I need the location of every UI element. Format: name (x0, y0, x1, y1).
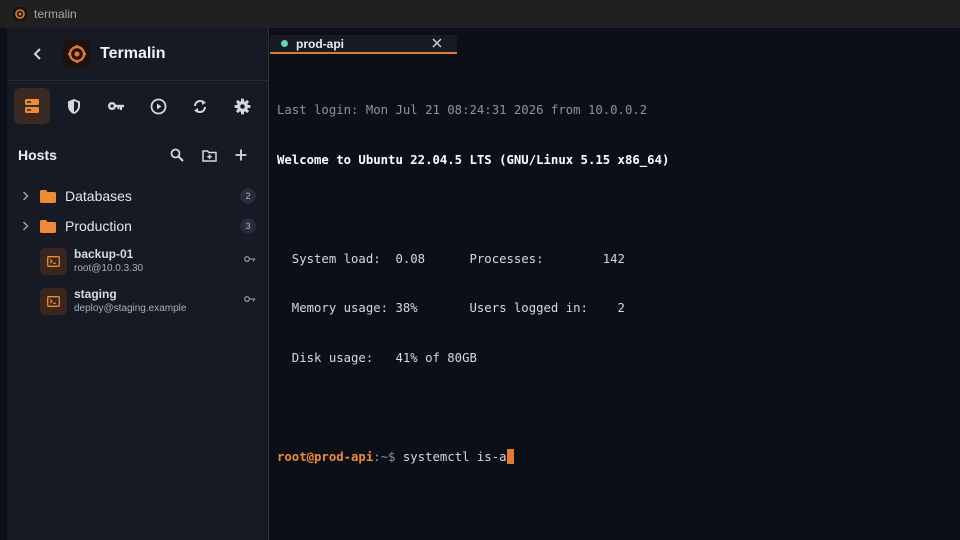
host-item-staging[interactable]: staging deploy@staging.example (7, 284, 268, 320)
close-icon[interactable] (431, 37, 443, 49)
hosts-button[interactable] (14, 88, 50, 124)
snippets-button[interactable] (140, 88, 176, 124)
last-login-line: Last login: Mon Jul 21 08:24:31 2026 fro… (277, 103, 648, 117)
gear-icon (234, 98, 250, 114)
window-title: termalin (34, 7, 77, 21)
prompt-user: root@prod-api (277, 449, 374, 464)
add-host-button[interactable] (231, 145, 251, 165)
host-address: deploy@staging.example (74, 303, 187, 314)
folder-icon (40, 219, 56, 233)
host-name: staging (74, 287, 117, 301)
back-button[interactable] (27, 43, 49, 65)
hosts-title: Hosts (18, 147, 57, 163)
brand-name: Termalin (100, 45, 166, 62)
app-logo-icon (13, 7, 27, 21)
search-hosts-button[interactable] (167, 145, 187, 165)
sidebar-header: Termalin (7, 28, 268, 81)
folder-icon (40, 189, 56, 203)
stats-line: Memory usage: 38% Users logged in: 2 (277, 301, 625, 315)
key-icon (244, 256, 256, 262)
tab-label: prod-api (296, 36, 344, 51)
welcome-line: Welcome to Ubuntu 22.04.5 LTS (GNU/Linux… (277, 152, 670, 167)
folder-databases[interactable]: Databases 2 (7, 182, 268, 210)
text-cursor (506, 448, 514, 464)
sync-icon (194, 99, 206, 113)
folder-count-badge: 2 (240, 188, 256, 204)
folder-production[interactable]: Production 3 (7, 212, 268, 240)
terminal-output[interactable]: Last login: Mon Jul 21 08:24:31 2026 fro… (277, 69, 953, 529)
new-folder-button[interactable] (199, 145, 219, 165)
folder-add-icon (201, 149, 217, 162)
terminal-icon (40, 288, 67, 315)
key-icon (108, 102, 124, 110)
chevron-right-icon[interactable] (22, 190, 32, 202)
vault-button[interactable] (56, 88, 92, 124)
key-icon (244, 296, 256, 302)
chevron-right-icon[interactable] (22, 220, 32, 232)
status-dot (281, 40, 288, 47)
stats-line: Disk usage: 41% of 80GB (277, 350, 477, 365)
host-item-backup-01[interactable]: backup-01 root@10.0.3.30 (7, 244, 268, 280)
hosts-section-header: Hosts (7, 142, 268, 168)
folder-label: Production (65, 218, 132, 234)
folder-label: Databases (65, 188, 132, 204)
host-name: backup-01 (74, 247, 134, 261)
host-address: root@10.0.3.30 (74, 263, 144, 274)
settings-button[interactable] (224, 88, 260, 124)
sidebar-toolbar (7, 86, 268, 126)
terminal-icon (40, 248, 67, 275)
plus-icon (235, 149, 247, 161)
stats-line: System load: 0.08 Processes: 142 (277, 251, 625, 266)
keys-button[interactable] (98, 88, 134, 124)
folder-count-badge: 3 (240, 218, 256, 234)
terminal-pane: prod-api Last login: Mon Jul 21 08:24:31… (270, 28, 960, 540)
command-input[interactable]: systemctl is-a (395, 450, 507, 464)
prompt-path: :~$ (373, 449, 396, 464)
tab-prod-api[interactable]: prod-api (270, 35, 457, 54)
sidebar: Termalin Hosts Databases 2 Production 3 … (0, 28, 269, 540)
tab-bar: prod-api (270, 28, 960, 54)
chevron-left-icon (33, 48, 41, 60)
shield-icon (68, 98, 80, 114)
prompt-line[interactable]: root@prod-api:~$ systemctl is-a (277, 448, 953, 466)
title-bar: termalin (0, 0, 960, 28)
sync-button[interactable] (182, 88, 218, 124)
search-icon (170, 148, 184, 162)
sidebar-edge (0, 28, 7, 540)
brand-logo-icon (63, 40, 91, 68)
play-icon (150, 98, 166, 114)
server-icon (25, 99, 39, 113)
